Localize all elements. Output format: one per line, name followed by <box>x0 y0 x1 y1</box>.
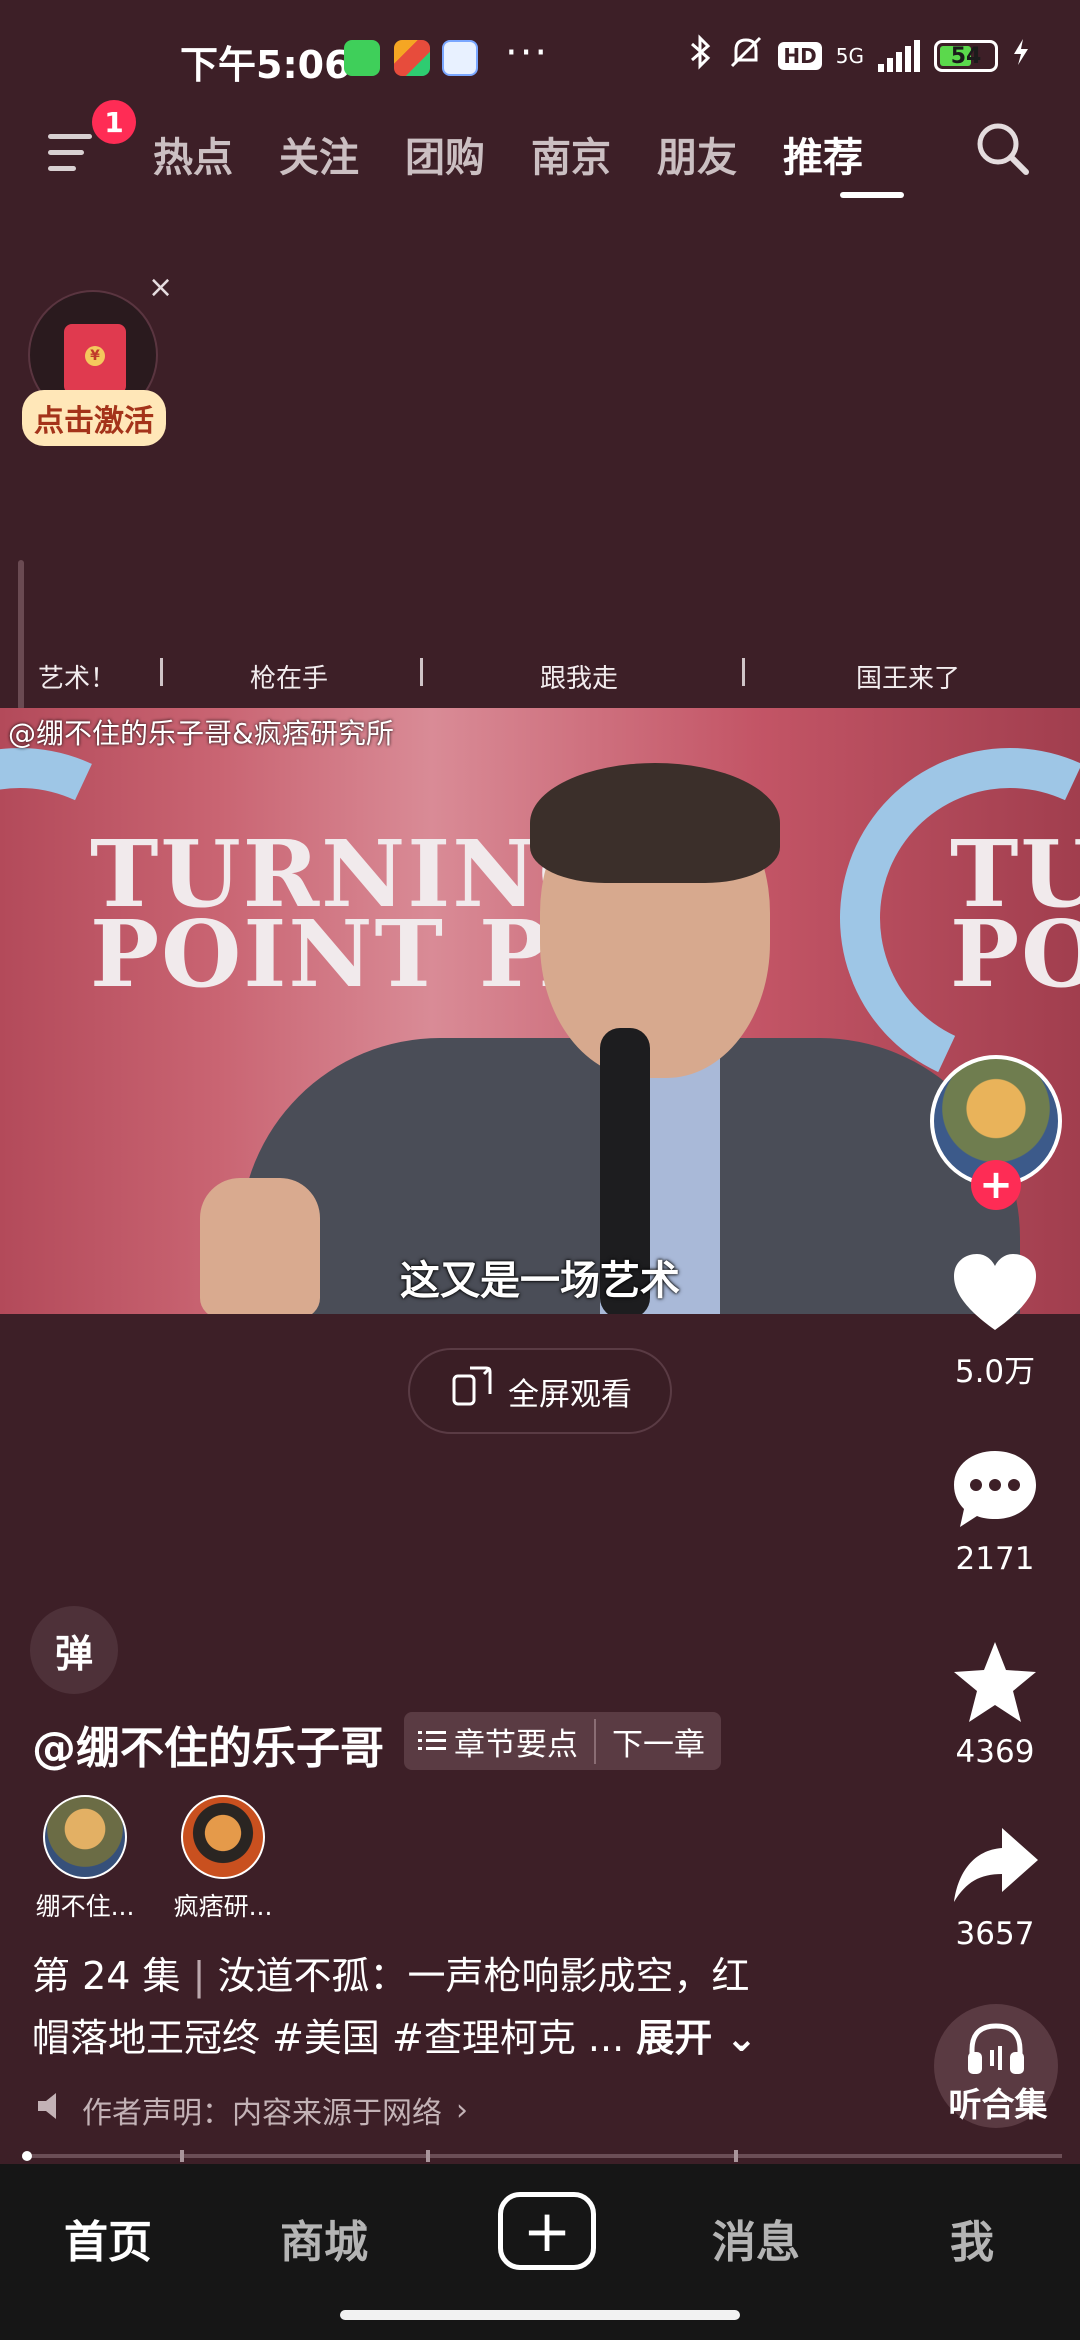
fullscreen-button[interactable]: 全屏观看 <box>408 1348 672 1434</box>
description-text: 帽落地王冠终 #美国 #查理柯克 ... <box>32 2016 625 2060</box>
nav-home[interactable]: 首页 <box>0 2206 216 2270</box>
list-icon <box>418 1731 446 1750</box>
description-line-2: 帽落地王冠终 #美国 #查理柯克 ... 展开 ⌄ <box>32 2007 892 2069</box>
comment-icon <box>950 1445 1040 1535</box>
listen-collection-label: 听合集 <box>948 2085 1048 2124</box>
coauthor-list: 绷不住... 疯痞研... <box>32 1795 276 1923</box>
video-watermark: @绷不住的乐子哥&疯痞研究所 <box>8 717 394 750</box>
coauthor-item[interactable]: 疯痞研... <box>170 1795 276 1923</box>
favorite-count: 4369 <box>955 1734 1035 1770</box>
charging-icon <box>1012 37 1030 75</box>
episode-label: 第 24 集 <box>32 1954 181 1998</box>
nav-messages[interactable]: 消息 <box>648 2206 864 2270</box>
nav-me[interactable]: 我 <box>864 2206 1080 2270</box>
close-icon[interactable]: × <box>148 270 173 305</box>
video-progress-track[interactable] <box>22 2154 1062 2158</box>
next-chapter-button[interactable]: 下一章 <box>594 1718 721 1764</box>
speaker-hair <box>530 763 780 883</box>
chapter-marker <box>180 2150 184 2162</box>
tab-friends[interactable]: 朋友 <box>634 125 760 183</box>
video-subtitle: 这又是一场艺术 <box>400 1258 680 1304</box>
mute-bell-icon <box>728 34 764 78</box>
status-bar: 下午5:06 ··· HD 5G 54 <box>0 0 1080 110</box>
heart-icon <box>950 1250 1040 1340</box>
app-notification-icon <box>394 40 430 76</box>
tab-bar: 热点 关注 团购 南京 朋友 推荐 <box>130 125 886 183</box>
bluetooth-icon <box>688 34 714 78</box>
menu-icon[interactable] <box>44 128 98 182</box>
more-notifications-icon: ··· <box>505 30 550 76</box>
hd-badge: HD <box>778 42 822 70</box>
comment-button[interactable]: 2171 <box>930 1445 1060 1577</box>
author-declaration[interactable]: 作者声明：内容来源于网络 › <box>36 2088 468 2132</box>
bottom-nav: 首页 商城 + 消息 我 <box>0 2164 1080 2340</box>
avatar <box>43 1795 127 1879</box>
chapter-separator <box>742 658 745 686</box>
share-button[interactable]: 3657 <box>930 1820 1060 1952</box>
star-icon <box>950 1638 1040 1728</box>
chapter-separator <box>160 658 163 686</box>
home-indicator <box>340 2310 740 2320</box>
danmaku-toggle[interactable]: 弹 <box>30 1606 118 1694</box>
app-notification-icon <box>344 40 380 76</box>
battery-icon: 54 <box>934 40 998 72</box>
chapter-points-label: 章节要点 <box>454 1726 578 1763</box>
create-button[interactable]: + <box>498 2192 596 2270</box>
chapter-chip: 章节要点 下一章 <box>404 1712 721 1770</box>
activate-label[interactable]: 点击激活 <box>22 390 166 446</box>
chapter-item[interactable]: 枪在手 <box>250 658 328 695</box>
chapter-separator <box>420 658 423 686</box>
declaration-text: 作者声明：内容来源于网络 <box>82 2096 442 2131</box>
description-text: 汝道不孤：一声枪响影成空，红 <box>217 1954 750 1998</box>
network-type: 5G <box>835 44 864 68</box>
battery-level: 54 <box>950 43 982 69</box>
headphones-icon <box>964 2020 1028 2082</box>
chapter-item[interactable]: 国王来了 <box>856 658 960 695</box>
favorite-button[interactable]: 4369 <box>930 1638 1060 1770</box>
coauthor-name: 疯痞研... <box>173 1892 273 1921</box>
progress-handle[interactable] <box>22 2151 32 2161</box>
rotate-screen-icon <box>448 1364 494 1418</box>
tab-following[interactable]: 关注 <box>256 125 382 183</box>
active-tab-indicator <box>840 192 904 198</box>
status-right-group: HD 5G 54 <box>688 34 1030 78</box>
video-player[interactable]: TURNING POINT PAC TU PO @绷不住的乐子哥&疯痞研究所 这… <box>0 708 1080 1314</box>
chapter-marker <box>426 2150 430 2162</box>
share-count: 3657 <box>955 1916 1035 1952</box>
author-name[interactable]: @绷不住的乐子哥 <box>32 1712 384 1776</box>
chevron-down-icon: ⌄ <box>712 2016 758 2060</box>
description-divider: | <box>192 1954 206 1998</box>
speaker-icon <box>36 2091 68 2129</box>
description-line-1: 第 24 集 | 汝道不孤：一声枪响影成空，红 <box>32 1945 892 2007</box>
chapter-strip: 艺术！ 枪在手 跟我走 国王来了 <box>0 650 1080 698</box>
chapter-points-button[interactable]: 章节要点 <box>404 1719 594 1764</box>
chapter-marker <box>734 2150 738 2162</box>
expand-label: 展开 <box>636 2016 713 2060</box>
nav-mall[interactable]: 商城 <box>216 2206 432 2270</box>
expand-button[interactable]: 展开 ⌄ <box>636 2016 757 2060</box>
tab-nanjing[interactable]: 南京 <box>508 125 634 183</box>
like-button[interactable]: 5.0万 <box>930 1250 1060 1391</box>
chevron-right-icon: › <box>456 2092 468 2128</box>
tab-group-buy[interactable]: 团购 <box>382 125 508 183</box>
fullscreen-label: 全屏观看 <box>508 1376 632 1413</box>
like-count: 5.0万 <box>954 1354 1036 1390</box>
follow-button[interactable]: + <box>971 1160 1021 1210</box>
red-packet-icon <box>64 324 126 394</box>
coauthor-name: 绷不住... <box>35 1892 135 1921</box>
app-notification-icon <box>442 40 478 76</box>
signal-icon <box>878 40 920 72</box>
chapter-item[interactable]: 艺术！ <box>38 658 116 695</box>
video-description[interactable]: 第 24 集 | 汝道不孤：一声枪响影成空，红 帽落地王冠终 #美国 #查理柯克… <box>32 1945 892 2069</box>
search-icon[interactable] <box>972 118 1032 178</box>
comment-count: 2171 <box>955 1541 1035 1577</box>
chapter-item[interactable]: 跟我走 <box>540 658 618 695</box>
background-text: PO <box>950 900 1080 1008</box>
coauthor-item[interactable]: 绷不住... <box>32 1795 138 1923</box>
tab-recommended[interactable]: 推荐 <box>760 125 886 183</box>
share-arrow-icon <box>950 1820 1040 1910</box>
avatar <box>181 1795 265 1879</box>
status-time: 下午5:06 <box>180 43 351 87</box>
tab-hot[interactable]: 热点 <box>130 125 256 183</box>
